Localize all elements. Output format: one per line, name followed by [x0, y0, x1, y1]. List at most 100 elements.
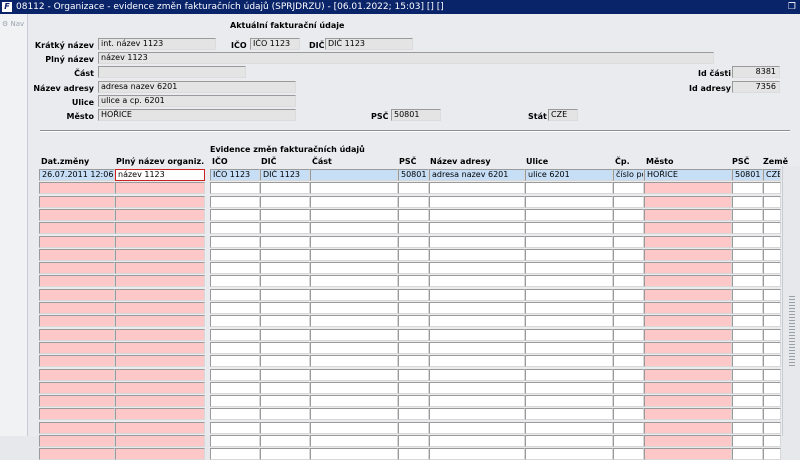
cell-psc[interactable]: [398, 435, 429, 447]
cell-ico[interactable]: [210, 262, 260, 274]
table-row[interactable]: [28, 448, 800, 460]
cell-psc2[interactable]: [732, 209, 763, 221]
cell-psc2[interactable]: [732, 408, 763, 420]
table-row[interactable]: [28, 395, 800, 407]
cell-ico[interactable]: [210, 369, 260, 381]
cell-psc2[interactable]: [732, 395, 763, 407]
cell-ulice[interactable]: [525, 182, 613, 194]
cell-cp[interactable]: [613, 315, 644, 327]
cell-zeme[interactable]: [763, 448, 781, 460]
mesto-field[interactable]: HOŘICE: [98, 109, 296, 121]
table-row[interactable]: [28, 182, 800, 194]
cell-dic[interactable]: [260, 222, 310, 234]
cell-ico[interactable]: [210, 395, 260, 407]
cell-cp[interactable]: [613, 329, 644, 341]
cell-mesto[interactable]: [644, 435, 732, 447]
cell-cp[interactable]: [613, 408, 644, 420]
cell-mesto[interactable]: [644, 382, 732, 394]
cell-nazev-adresy[interactable]: [429, 209, 525, 221]
cell-mesto[interactable]: [644, 262, 732, 274]
cell-zeme[interactable]: [763, 289, 781, 301]
cell-psc2[interactable]: [732, 342, 763, 354]
table-row[interactable]: [28, 222, 800, 234]
table-row[interactable]: [28, 422, 800, 434]
cell-zeme[interactable]: [763, 329, 781, 341]
cell-ulice[interactable]: [525, 236, 613, 248]
cell-cp[interactable]: [613, 182, 644, 194]
cell-plny-nazev[interactable]: [115, 262, 205, 274]
cell-dic[interactable]: [260, 395, 310, 407]
id-adresy-field[interactable]: 7356: [732, 81, 780, 93]
cell-dic[interactable]: [260, 236, 310, 248]
cell-ulice[interactable]: [525, 382, 613, 394]
cell-ulice[interactable]: [525, 289, 613, 301]
table-row[interactable]: [28, 302, 800, 314]
cell-cast[interactable]: [310, 302, 398, 314]
cell-cast[interactable]: [310, 448, 398, 460]
cell-cast[interactable]: [310, 435, 398, 447]
cell-psc2[interactable]: [732, 435, 763, 447]
cell-nazev-adresy[interactable]: [429, 329, 525, 341]
cell-cast[interactable]: [310, 315, 398, 327]
cell-dic[interactable]: [260, 209, 310, 221]
cell-ulice[interactable]: [525, 342, 613, 354]
cell-dat-zmeny[interactable]: [39, 262, 115, 274]
cell-dat-zmeny[interactable]: [39, 435, 115, 447]
cell-psc[interactable]: [398, 182, 429, 194]
table-row[interactable]: [28, 369, 800, 381]
cell-nazev-adresy[interactable]: [429, 435, 525, 447]
cell-psc[interactable]: [398, 395, 429, 407]
cell-ulice[interactable]: [525, 262, 613, 274]
cell-psc[interactable]: [398, 236, 429, 248]
cell-zeme[interactable]: [763, 355, 781, 367]
cell-plny-nazev[interactable]: [115, 209, 205, 221]
cell-nazev-adresy[interactable]: [429, 382, 525, 394]
table-row[interactable]: [28, 342, 800, 354]
cell-cp[interactable]: [613, 289, 644, 301]
cell-psc2[interactable]: [732, 422, 763, 434]
cell-dat-zmeny[interactable]: [39, 289, 115, 301]
cell-psc[interactable]: [398, 262, 429, 274]
restore-window-icon[interactable]: ❐: [788, 0, 796, 14]
cell-psc2[interactable]: [732, 262, 763, 274]
cell-zeme[interactable]: [763, 236, 781, 248]
cast-field[interactable]: [98, 66, 246, 78]
cell-psc[interactable]: [398, 289, 429, 301]
cell-nazev-adresy[interactable]: [429, 249, 525, 261]
cell-ico[interactable]: [210, 448, 260, 460]
cell-cast[interactable]: [310, 355, 398, 367]
cell-zeme[interactable]: [763, 408, 781, 420]
cell-psc[interactable]: [398, 315, 429, 327]
cell-psc2[interactable]: 50801: [732, 169, 763, 181]
cell-cp[interactable]: [613, 302, 644, 314]
cell-zeme[interactable]: [763, 275, 781, 287]
cell-plny-nazev[interactable]: [115, 302, 205, 314]
cell-plny-nazev[interactable]: [115, 422, 205, 434]
cell-mesto[interactable]: [644, 302, 732, 314]
cell-psc2[interactable]: [732, 355, 763, 367]
cell-dat-zmeny[interactable]: [39, 275, 115, 287]
cell-psc2[interactable]: [732, 182, 763, 194]
cell-ulice[interactable]: [525, 222, 613, 234]
cell-plny-nazev[interactable]: [115, 435, 205, 447]
cell-psc[interactable]: [398, 422, 429, 434]
cell-ico[interactable]: [210, 315, 260, 327]
cell-dat-zmeny[interactable]: [39, 236, 115, 248]
cell-dic[interactable]: [260, 275, 310, 287]
cell-zeme[interactable]: [763, 222, 781, 234]
cell-plny-nazev[interactable]: [115, 448, 205, 460]
cell-mesto[interactable]: [644, 369, 732, 381]
cell-psc[interactable]: [398, 448, 429, 460]
cell-mesto[interactable]: [644, 209, 732, 221]
cell-mesto[interactable]: [644, 182, 732, 194]
cell-ulice[interactable]: [525, 249, 613, 261]
cell-plny-nazev[interactable]: [115, 236, 205, 248]
cell-ulice[interactable]: [525, 435, 613, 447]
cell-psc2[interactable]: [732, 249, 763, 261]
cell-plny-nazev[interactable]: [115, 369, 205, 381]
cell-mesto[interactable]: [644, 355, 732, 367]
cell-psc[interactable]: [398, 408, 429, 420]
table-row[interactable]: [28, 289, 800, 301]
grid-scrollbar[interactable]: [782, 166, 800, 436]
cell-ulice[interactable]: [525, 196, 613, 208]
